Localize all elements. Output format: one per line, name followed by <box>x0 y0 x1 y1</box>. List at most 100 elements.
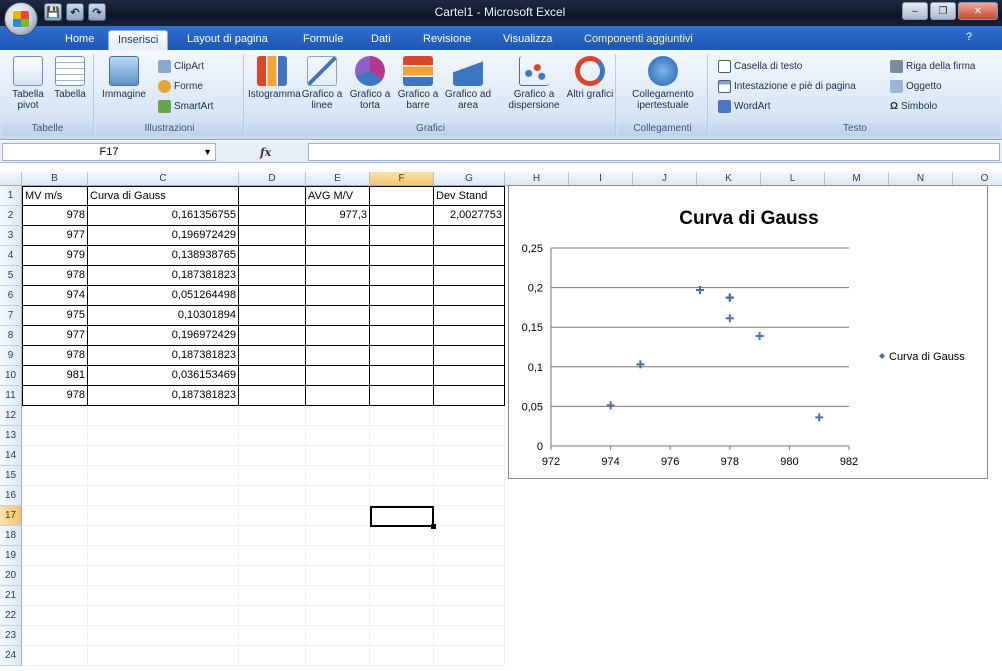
row-header-21[interactable]: 21 <box>0 586 22 606</box>
row-header-6[interactable]: 6 <box>0 286 22 306</box>
column-header-N[interactable]: N <box>889 172 953 186</box>
chevron-down-icon[interactable]: ▼ <box>203 144 212 160</box>
cell-B24[interactable] <box>22 646 88 666</box>
cell-G14[interactable] <box>434 446 505 466</box>
cell-C6[interactable]: 0,051264498 <box>88 286 239 306</box>
cell-E14[interactable] <box>306 446 370 466</box>
row-header-13[interactable]: 13 <box>0 426 22 446</box>
line-chart-button[interactable]: Grafico a linee <box>298 56 346 111</box>
cell-F12[interactable] <box>370 406 434 426</box>
help-icon[interactable]: ? <box>966 31 972 43</box>
cell-E23[interactable] <box>306 626 370 646</box>
cell-G23[interactable] <box>434 626 505 646</box>
scatter-chart[interactable]: Curva di Gauss 0 0,05 0,1 0,15 0,2 0,25 972 974 9… <box>508 185 988 479</box>
tab-home[interactable]: Home <box>56 30 103 50</box>
cell-E2[interactable]: 977,3 <box>306 206 370 226</box>
cell-C8[interactable]: 0,196972429 <box>88 326 239 346</box>
select-all-corner[interactable] <box>0 172 22 186</box>
column-header-L[interactable]: L <box>761 172 825 186</box>
column-header-F[interactable]: F <box>370 172 434 186</box>
cell-G19[interactable] <box>434 546 505 566</box>
cell-D6[interactable] <box>239 286 306 306</box>
cell-D7[interactable] <box>239 306 306 326</box>
cell-E22[interactable] <box>306 606 370 626</box>
cell-B14[interactable] <box>22 446 88 466</box>
column-header-E[interactable]: E <box>306 172 370 186</box>
tab-formule[interactable]: Formule <box>294 30 352 50</box>
row-header-11[interactable]: 11 <box>0 386 22 406</box>
cell-E10[interactable] <box>306 366 370 386</box>
cell-C11[interactable]: 0,187381823 <box>88 386 239 406</box>
cell-E8[interactable] <box>306 326 370 346</box>
cell-E6[interactable] <box>306 286 370 306</box>
row-header-23[interactable]: 23 <box>0 626 22 646</box>
column-header-J[interactable]: J <box>633 172 697 186</box>
column-chart-button[interactable]: Istogramma <box>248 56 301 100</box>
cell-D12[interactable] <box>239 406 306 426</box>
office-button[interactable] <box>4 2 38 36</box>
cell-C4[interactable]: 0,138938765 <box>88 246 239 266</box>
tab-layout-di-pagina[interactable]: Layout di pagina <box>178 30 277 50</box>
pie-chart-button[interactable]: Grafico a torta <box>346 56 394 111</box>
row-header-18[interactable]: 18 <box>0 526 22 546</box>
cell-D21[interactable] <box>239 586 306 606</box>
row-header-10[interactable]: 10 <box>0 366 22 386</box>
cell-E11[interactable] <box>306 386 370 406</box>
cell-G11[interactable] <box>434 386 505 406</box>
cell-B3[interactable]: 977 <box>22 226 88 246</box>
column-header-O[interactable]: O <box>953 172 1002 186</box>
cell-D20[interactable] <box>239 566 306 586</box>
cell-E3[interactable] <box>306 226 370 246</box>
row-header-9[interactable]: 9 <box>0 346 22 366</box>
column-header-H[interactable]: H <box>505 172 569 186</box>
cell-G16[interactable] <box>434 486 505 506</box>
cell-E12[interactable] <box>306 406 370 426</box>
cell-D24[interactable] <box>239 646 306 666</box>
cell-G3[interactable] <box>434 226 505 246</box>
cell-E1[interactable]: AVG M/V <box>306 186 370 206</box>
cell-D3[interactable] <box>239 226 306 246</box>
cell-G20[interactable] <box>434 566 505 586</box>
cell-D13[interactable] <box>239 426 306 446</box>
cell-F16[interactable] <box>370 486 434 506</box>
column-header-B[interactable]: B <box>22 172 88 186</box>
cell-D16[interactable] <box>239 486 306 506</box>
cell-E19[interactable] <box>306 546 370 566</box>
cell-F1[interactable] <box>370 186 434 206</box>
hyperlink-button[interactable]: Collegamento ipertestuale <box>628 56 698 111</box>
cell-C21[interactable] <box>88 586 239 606</box>
table-button[interactable]: Tabella <box>46 56 94 100</box>
worksheet[interactable]: B C D E F G H I J K L M N O 1 2 3 4 5 6 7 8 9 10 11 12 13 14 15 16 17 1… <box>0 165 1002 671</box>
cell-D17[interactable] <box>239 506 306 526</box>
row-header-22[interactable]: 22 <box>0 606 22 626</box>
cell-C22[interactable] <box>88 606 239 626</box>
cell-F11[interactable] <box>370 386 434 406</box>
column-header-D[interactable]: D <box>239 172 306 186</box>
cell-F14[interactable] <box>370 446 434 466</box>
cell-F22[interactable] <box>370 606 434 626</box>
cell-F18[interactable] <box>370 526 434 546</box>
scatter-chart-button[interactable]: Grafico a dispersione <box>504 56 564 111</box>
cell-G7[interactable] <box>434 306 505 326</box>
row-header-17[interactable]: 17 <box>0 506 22 526</box>
tab-revisione[interactable]: Revisione <box>414 30 480 50</box>
cell-B11[interactable]: 978 <box>22 386 88 406</box>
cell-B1[interactable]: MV m/s <box>22 186 88 206</box>
signature-line-button[interactable]: Riga della firma <box>890 58 975 74</box>
cell-E15[interactable] <box>306 466 370 486</box>
cell-B19[interactable] <box>22 546 88 566</box>
object-button[interactable]: Oggetto <box>890 78 942 94</box>
cell-B2[interactable]: 978 <box>22 206 88 226</box>
cell-D5[interactable] <box>239 266 306 286</box>
row-header-24[interactable]: 24 <box>0 646 22 666</box>
cell-B16[interactable] <box>22 486 88 506</box>
cell-C23[interactable] <box>88 626 239 646</box>
symbol-button[interactable]: Ω Simbolo <box>890 98 937 114</box>
cell-G8[interactable] <box>434 326 505 346</box>
cell-B20[interactable] <box>22 566 88 586</box>
cell-D19[interactable] <box>239 546 306 566</box>
restore-button[interactable]: ❐ <box>930 2 956 20</box>
cell-E5[interactable] <box>306 266 370 286</box>
cell-E7[interactable] <box>306 306 370 326</box>
cell-G4[interactable] <box>434 246 505 266</box>
